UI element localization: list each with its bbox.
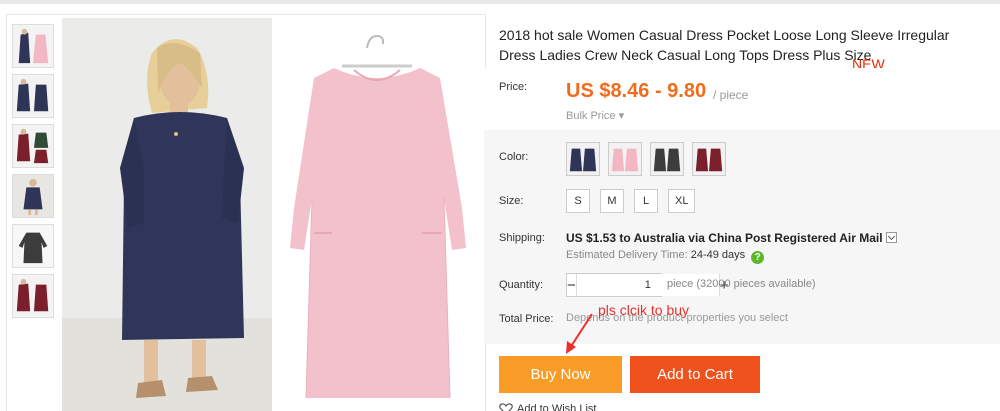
add-to-cart-button[interactable]: Add to Cart <box>630 356 760 393</box>
pink-dress-photo[interactable] <box>272 18 482 411</box>
color-swatch-pink[interactable] <box>608 142 642 176</box>
delivery-estimate: Estimated Delivery Time: 24-49 days ? <box>566 249 765 264</box>
total-price-label: Total Price: <box>499 313 554 325</box>
size-option-xl[interactable]: XL <box>668 189 696 213</box>
price-unit: / piece <box>713 88 749 102</box>
color-swatches <box>566 142 726 176</box>
add-to-wishlist[interactable]: Add to Wish List <box>499 403 596 411</box>
pink-dress-on-hanger-icon <box>272 18 482 411</box>
bulk-price-toggle[interactable]: Bulk Price ▾ <box>566 109 624 122</box>
shipping-method[interactable]: US $1.53 to Australia via China Post Reg… <box>566 231 897 245</box>
annotation-text: pls clcik to buy <box>598 302 690 318</box>
help-icon[interactable]: ? <box>751 251 765 264</box>
size-option-s[interactable]: S <box>566 189 590 213</box>
size-option-m[interactable]: M <box>600 189 624 213</box>
size-option-l[interactable]: L <box>634 189 658 213</box>
size-options: S M L XL <box>566 189 696 213</box>
chevron-down-icon[interactable] <box>885 232 897 243</box>
annotation-arrow-icon <box>566 313 593 354</box>
top-divider <box>0 0 1000 4</box>
thumbnail-5[interactable] <box>12 224 54 268</box>
heart-icon <box>499 403 513 411</box>
thumbnail-4[interactable] <box>12 174 54 218</box>
color-swatch-navy[interactable] <box>566 142 600 176</box>
shipping-method-text: US $1.53 to Australia via China Post Reg… <box>566 231 883 245</box>
quantity-available: piece (32000 pieces available) <box>667 278 816 290</box>
thumbnail-6[interactable] <box>12 274 54 318</box>
thumbnail-3[interactable] <box>12 124 54 168</box>
thumbnail-1[interactable] <box>12 24 54 68</box>
color-label: Color: <box>499 151 529 163</box>
thumbnail-strip <box>12 24 58 324</box>
delivery-days: 24-49 days <box>690 249 746 261</box>
delivery-label: Estimated Delivery Time: <box>566 249 688 261</box>
wishlist-label: Add to Wish List <box>517 403 597 411</box>
main-product-photo[interactable] <box>62 18 272 411</box>
shipping-label: Shipping: <box>499 232 545 244</box>
size-label: Size: <box>499 195 524 207</box>
buy-now-button[interactable]: Buy Now <box>499 356 622 393</box>
price-value: US $8.46 - 9.80 <box>566 80 707 102</box>
thumbnail-2[interactable] <box>12 74 54 118</box>
price-label: Price: <box>499 81 528 93</box>
color-swatch-wine-red[interactable] <box>692 142 726 176</box>
model-in-navy-dress-icon <box>62 18 272 411</box>
quantity-decrease-button[interactable]: − <box>567 274 576 296</box>
quantity-label: Quantity: <box>499 279 544 291</box>
quantity-stepper: − + <box>566 273 729 297</box>
product-title: 2018 hot sale Women Casual Dress Pocket … <box>499 27 950 63</box>
color-swatch-dark-gray[interactable] <box>650 142 684 176</box>
